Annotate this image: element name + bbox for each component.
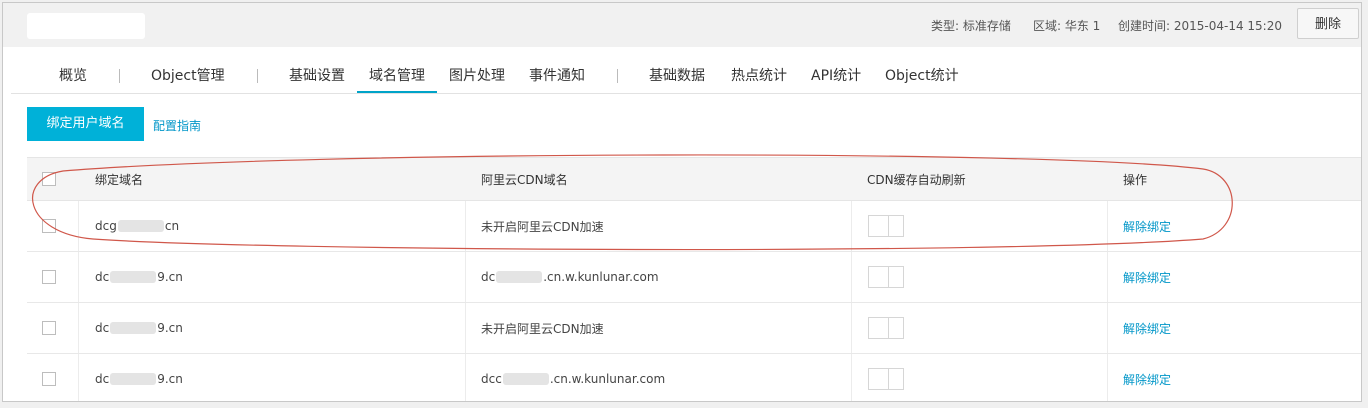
column-header-cdn-domain: 阿里云CDN域名 [481,172,568,187]
bucket-region: 区域: 华东 1 [1033,19,1101,33]
bound-domain: dc 9.cn [95,270,183,284]
table-row: dc 9.cn 未开启阿里云CDN加速 解除绑定 [27,303,1361,354]
bucket-info-bar: 类型: 标准存储 区域: 华东 1 创建时间: 2015-04-14 15:20… [3,3,1361,47]
tab-event-notification[interactable]: 事件通知 [529,61,585,91]
row-checkbox[interactable] [42,372,56,386]
bound-domain: dcg cn [95,219,180,233]
delete-bucket-button[interactable]: 删除 [1297,8,1359,39]
bucket-name-redacted [27,13,145,39]
bucket-type: 类型: 标准存储 [931,19,1011,33]
tab-hotspot-stats[interactable]: 热点统计 [731,61,787,91]
tab-image-processing[interactable]: 图片处理 [449,61,505,91]
row-checkbox[interactable] [42,270,56,284]
table-row: dc 9.cn dcc .cn.w.kunlunar.com 解除绑定 [27,354,1361,401]
domain-table: 绑定域名 阿里云CDN域名 CDN缓存自动刷新 操作 dcg cn 未开启阿里云C… [27,157,1361,401]
unbind-link[interactable]: 解除绑定 [1123,252,1171,302]
redacted-text [117,220,164,232]
table-header: 绑定域名 阿里云CDN域名 CDN缓存自动刷新 操作 [27,158,1361,201]
tab-divider [119,69,120,83]
tab-api-stats[interactable]: API统计 [811,61,861,91]
tab-divider [257,69,258,83]
cdn-auto-refresh-toggle[interactable] [868,215,904,237]
tab-bar: 概览 Object管理 基础设置 域名管理 图片处理 事件通知 基础数据 热点统… [11,61,1361,94]
redacted-text [502,373,549,385]
tab-object-stats[interactable]: Object统计 [885,61,959,91]
tab-domain-management[interactable]: 域名管理 [357,61,437,93]
column-header-cdn-auto-refresh: CDN缓存自动刷新 [867,172,966,187]
row-checkbox[interactable] [42,321,56,335]
column-header-actions: 操作 [1123,172,1148,187]
bound-domain: dc 9.cn [95,321,183,335]
config-guide-link[interactable]: 配置指南 [153,117,201,134]
cdn-auto-refresh-toggle[interactable] [868,317,904,339]
cdn-domain: dc .cn.w.kunlunar.com [481,270,659,284]
column-header-domain: 绑定域名 [95,172,144,187]
row-checkbox[interactable] [42,219,56,233]
redacted-text [496,271,543,283]
redacted-text [110,373,157,385]
tab-divider [617,69,618,83]
cdn-domain: 未开启阿里云CDN加速 [481,219,604,234]
select-all-checkbox[interactable] [42,172,56,186]
bucket-domain-management-panel: 类型: 标准存储 区域: 华东 1 创建时间: 2015-04-14 15:20… [2,2,1362,402]
cdn-auto-refresh-toggle[interactable] [868,368,904,390]
bound-domain: dc 9.cn [95,372,183,386]
table-row: dcg cn 未开启阿里云CDN加速 解除绑定 [27,201,1361,252]
tab-basic-settings[interactable]: 基础设置 [289,61,345,91]
cdn-domain: dcc .cn.w.kunlunar.com [481,372,666,386]
table-row: dc 9.cn dc .cn.w.kunlunar.com 解除绑定 [27,252,1361,303]
unbind-link[interactable]: 解除绑定 [1123,303,1171,353]
tab-overview[interactable]: 概览 [59,61,87,91]
unbind-link[interactable]: 解除绑定 [1123,354,1171,401]
redacted-text [110,322,157,334]
unbind-link[interactable]: 解除绑定 [1123,201,1171,251]
tab-object-management[interactable]: Object管理 [151,61,225,91]
bucket-created-time: 创建时间: 2015-04-14 15:20 [1118,19,1282,33]
bind-domain-button[interactable]: 绑定用户域名 [27,107,144,141]
cdn-domain: 未开启阿里云CDN加速 [481,321,604,336]
cdn-auto-refresh-toggle[interactable] [868,266,904,288]
redacted-text [110,271,157,283]
tab-basic-data[interactable]: 基础数据 [649,61,705,91]
